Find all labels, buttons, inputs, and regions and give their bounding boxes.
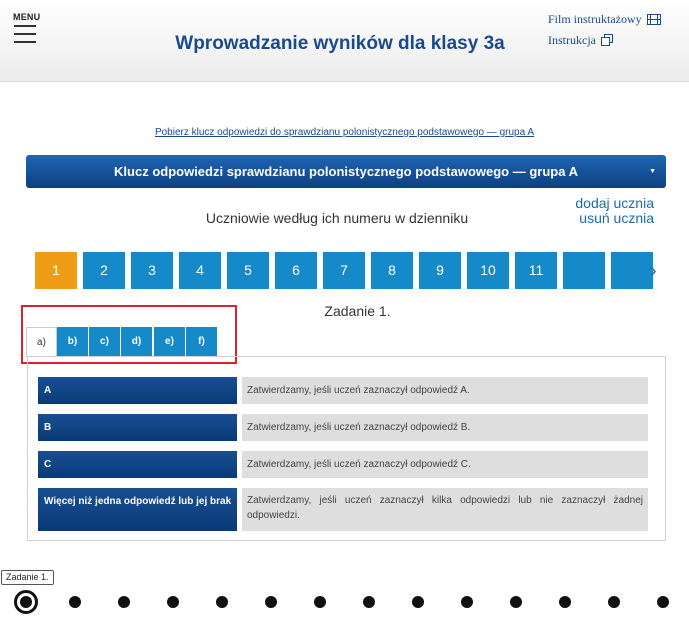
task-pager-dot[interactable]	[510, 596, 522, 608]
answer-option-a[interactable]: A	[38, 377, 237, 404]
instruction-link[interactable]: Instrukcja	[548, 33, 613, 48]
task-pager-dot[interactable]	[167, 596, 179, 608]
menu-label: MENU	[13, 12, 41, 22]
student-number-button[interactable]: 3	[131, 252, 173, 289]
header: MENU Wprowadzanie wyników dla klasy 3a F…	[0, 0, 689, 82]
answer-description: Zatwierdzamy, jeśli uczeń zaznaczył odpo…	[242, 451, 648, 478]
task-pager	[0, 589, 689, 615]
task-pager-dot[interactable]	[412, 596, 424, 608]
student-number-button[interactable]	[611, 252, 653, 289]
student-number-button[interactable]: 7	[323, 252, 365, 289]
task-pager-dot[interactable]	[265, 596, 277, 608]
subtask-tab[interactable]: f)	[186, 327, 217, 357]
task-pager-dot[interactable]	[657, 596, 669, 608]
subtask-tab[interactable]: b)	[57, 327, 88, 357]
copy-document-icon	[600, 34, 613, 46]
next-students-arrow-icon[interactable]: ›	[650, 260, 657, 283]
instruction-link-label: Instrukcja	[548, 33, 596, 47]
film-link-label: Film instruktażowy	[548, 12, 642, 26]
student-number-button[interactable]: 2	[83, 252, 125, 289]
subtask-tab[interactable]: a)	[26, 327, 57, 357]
answer-description: Zatwierdzamy, jeśli uczeń zaznaczył odpo…	[242, 414, 648, 441]
add-student-link[interactable]: dodaj ucznia	[575, 195, 654, 211]
student-number-button[interactable]: 10	[467, 252, 509, 289]
student-number-button[interactable]: 1	[35, 252, 77, 289]
task-pager-dot[interactable]	[14, 590, 38, 614]
student-number-button[interactable]: 11	[515, 252, 557, 289]
answer-description: Zatwierdzamy, jeśli uczeń zaznaczył kilk…	[242, 488, 648, 531]
answer-key-select[interactable]: Klucz odpowiedzi sprawdzianu polonistycz…	[26, 155, 666, 188]
remove-student-link[interactable]: usuń ucznia	[579, 210, 654, 226]
task-pager-dot[interactable]	[216, 596, 228, 608]
answer-option-b[interactable]: B	[38, 414, 237, 441]
student-number-button[interactable]	[563, 252, 605, 289]
student-number-button[interactable]: 8	[371, 252, 413, 289]
download-key-link[interactable]: Pobierz klucz odpowiedzi do sprawdzianu …	[0, 127, 689, 138]
task-pager-dot[interactable]	[363, 596, 375, 608]
student-number-button[interactable]: 9	[419, 252, 461, 289]
task-pager-dot[interactable]	[559, 596, 571, 608]
answer-description: Zatwierdzamy, jeśli uczeń zaznaczył odpo…	[242, 377, 648, 404]
caret-down-icon: ▼	[649, 168, 656, 175]
task-pager-dot[interactable]	[608, 596, 620, 608]
subtask-tab[interactable]: d)	[121, 327, 152, 357]
page-title: Wprowadzanie wyników dla klasy 3a	[175, 33, 505, 54]
student-number-button[interactable]: 5	[227, 252, 269, 289]
student-number-button[interactable]: 6	[275, 252, 317, 289]
answer-option-c[interactable]: C	[38, 451, 237, 478]
film-link[interactable]: Film instruktażowy	[548, 12, 661, 27]
task-pager-dot[interactable]	[69, 596, 81, 608]
tooltip: Zadanie 1.	[1, 570, 54, 585]
answer-option-multiple-or-none[interactable]: Więcej niż jedna odpowiedź lub jej brak	[38, 488, 237, 531]
answer-key-selected: Klucz odpowiedzi sprawdzianu polonistycz…	[114, 164, 578, 179]
film-icon	[646, 14, 661, 25]
task-pager-dot[interactable]	[314, 596, 326, 608]
hamburger-menu-icon[interactable]	[14, 25, 36, 43]
task-pager-dot[interactable]	[118, 596, 130, 608]
task-pager-dot[interactable]	[461, 596, 473, 608]
subtask-tab[interactable]: c)	[89, 327, 120, 357]
subtask-tab[interactable]: e)	[154, 327, 185, 357]
students-label: Uczniowie według ich numeru w dzienniku	[205, 210, 469, 226]
student-number-button[interactable]: 4	[179, 252, 221, 289]
